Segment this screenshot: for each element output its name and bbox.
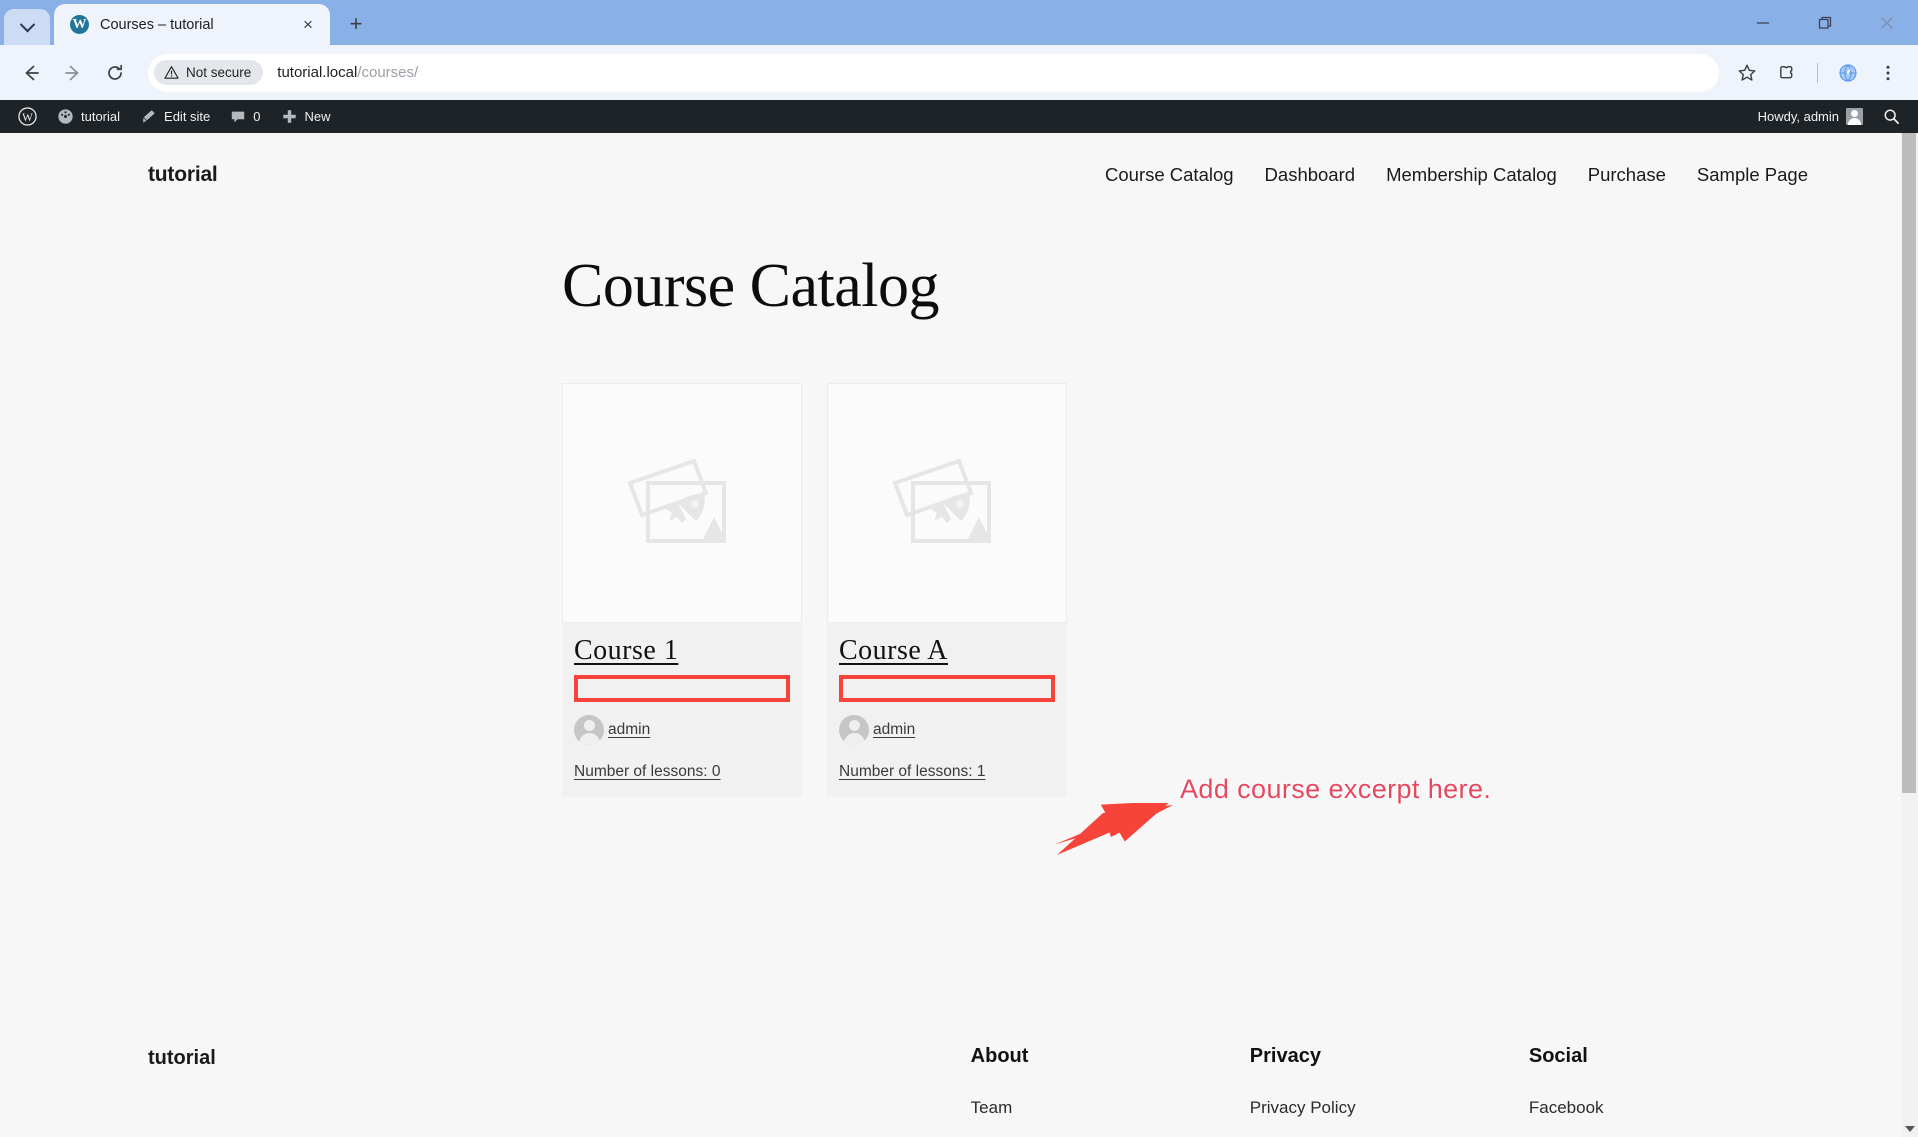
minimize-button[interactable] [1732,0,1794,45]
avatar [1846,108,1863,125]
howdy-account-menu[interactable]: Howdy, admin [1748,100,1873,133]
svg-text:W: W [22,112,33,124]
new-label: New [304,109,331,124]
admin-bar-site-name[interactable]: tutorial [47,100,130,133]
nav-item-dashboard[interactable]: Dashboard [1265,164,1356,186]
url-host: tutorial.local [277,64,358,81]
footer-brand: tutorial [148,1047,216,1069]
course-card[interactable]: Course 1 admin Number of lessons: 0 [562,383,802,798]
comments-count: 0 [253,109,261,124]
dashboard-speedometer-icon [58,109,73,124]
maximize-button[interactable] [1794,0,1856,45]
close-icon[interactable]: × [296,13,320,37]
page-title: Course Catalog [562,252,940,320]
footer-heading-about: About [970,1045,1029,1067]
annotation-text: Add course excerpt here. [1180,774,1492,804]
chrome-menu-icon[interactable] [1870,55,1906,91]
footer-link-team[interactable]: Team [971,1098,1250,1118]
howdy-label: Howdy, admin [1757,109,1839,124]
chevron-down-icon [19,16,35,32]
not-secure-label: Not secure [186,65,252,80]
site-name-label: tutorial [81,109,121,124]
site-title[interactable]: tutorial [148,163,218,187]
close-window-button[interactable] [1856,0,1918,45]
browser-tab[interactable]: W Courses – tutorial × [54,4,330,45]
course-byline: admin [574,715,790,746]
forward-button[interactable] [54,54,92,92]
course-author-link[interactable]: admin [873,721,915,739]
tab-search-button[interactable] [4,9,50,45]
course-card[interactable]: Course A admin Number of lessons: 1 [827,383,1067,798]
footer-column-privacy: Privacy Privacy Policy Terms and Conditi… [1250,1017,1529,1137]
profile-globe-icon[interactable] [1830,55,1866,91]
course-byline: admin [839,715,1055,746]
page-scrollbar[interactable] [1901,133,1918,1137]
nav-item-membership-catalog[interactable]: Membership Catalog [1386,164,1557,186]
image-placeholder-icon [892,458,991,543]
tab-strip: W Courses – tutorial × + [0,0,1918,45]
bookmark-star-icon[interactable] [1729,55,1765,91]
wordpress-logo-icon: W [18,107,37,126]
plus-icon [282,110,296,123]
footer-link-privacy-policy[interactable]: Privacy Policy [1250,1098,1529,1118]
extensions-icon[interactable] [1769,55,1805,91]
course-author-link[interactable]: admin [608,721,650,739]
course-excerpt-highlight [574,675,790,703]
brush-icon [143,110,155,123]
annotation-arrow-icon [1055,803,1173,855]
nav-item-sample-page[interactable]: Sample Page [1697,164,1808,186]
image-placeholder-icon [627,458,726,543]
course-lessons-count[interactable]: Number of lessons: 0 [574,763,790,781]
admin-bar-search-button[interactable] [1873,100,1910,133]
footer-column-about: About Team History [971,1017,1250,1137]
wp-logo-button[interactable]: W [8,100,47,133]
reload-button[interactable] [96,54,134,92]
footer-link-facebook[interactable]: Facebook [1529,1098,1808,1118]
site-footer: tutorial About Team History Privacy Priv… [0,1017,1918,1137]
course-card-body: Course 1 admin Number of lessons: 0 [562,623,802,797]
nav-item-purchase[interactable]: Purchase [1588,164,1666,186]
comment-bubble-icon [232,111,245,123]
search-icon [1884,109,1899,124]
page-content: tutorial Course Catalog Dashboard Member… [0,133,1918,1137]
url-text: tutorial.local/courses/ [277,64,418,81]
edit-site-button[interactable]: Edit site [130,100,220,133]
site-header: tutorial Course Catalog Dashboard Member… [0,133,1918,213]
course-lessons-count[interactable]: Number of lessons: 1 [839,763,1055,781]
course-excerpt-highlight [839,675,1055,703]
comments-button[interactable]: 0 [220,100,270,133]
browser-toolbar: Not secure tutorial.local/courses/ [0,45,1918,100]
course-title-link[interactable]: Course 1 [574,635,678,667]
wp-admin-bar: W tutorial Edit site 0 New Howdy, admin [0,100,1918,133]
nav-item-course-catalog[interactable]: Course Catalog [1105,164,1234,186]
address-bar[interactable]: Not secure tutorial.local/courses/ [148,53,1719,92]
footer-column-social: Social Facebook Instagram [1529,1017,1808,1137]
author-avatar-icon [839,715,869,746]
course-thumbnail[interactable] [827,383,1067,623]
toolbar-divider [1817,62,1818,83]
not-secure-badge[interactable]: Not secure [154,60,264,85]
scroll-down-arrow-icon[interactable] [1901,1120,1918,1137]
scrollbar-thumb[interactable] [1902,133,1916,793]
site-navigation: Course Catalog Dashboard Membership Cata… [1105,164,1808,186]
new-content-button[interactable]: New [271,100,341,133]
browser-window: W Courses – tutorial × + Not secure tuto… [0,0,1918,1137]
warning-triangle-icon [164,66,179,79]
course-title-link[interactable]: Course A [839,635,948,667]
course-thumbnail[interactable] [562,383,802,623]
back-button[interactable] [12,54,50,92]
toolbar-right-icons [1729,55,1906,91]
edit-site-label: Edit site [164,109,211,124]
new-tab-button[interactable]: + [340,8,372,40]
tab-title: Courses – tutorial [100,16,214,33]
footer-heading-privacy: Privacy [1249,1045,1321,1067]
url-path: /courses/ [357,64,419,81]
author-avatar-icon [574,715,604,746]
course-card-body: Course A admin Number of lessons: 1 [827,623,1067,797]
course-card-grid: Course 1 admin Number of lessons: 0 Cour… [0,322,1918,798]
window-controls [1732,0,1918,45]
footer-heading-social: Social [1528,1045,1588,1067]
wordpress-favicon-icon: W [70,15,89,34]
